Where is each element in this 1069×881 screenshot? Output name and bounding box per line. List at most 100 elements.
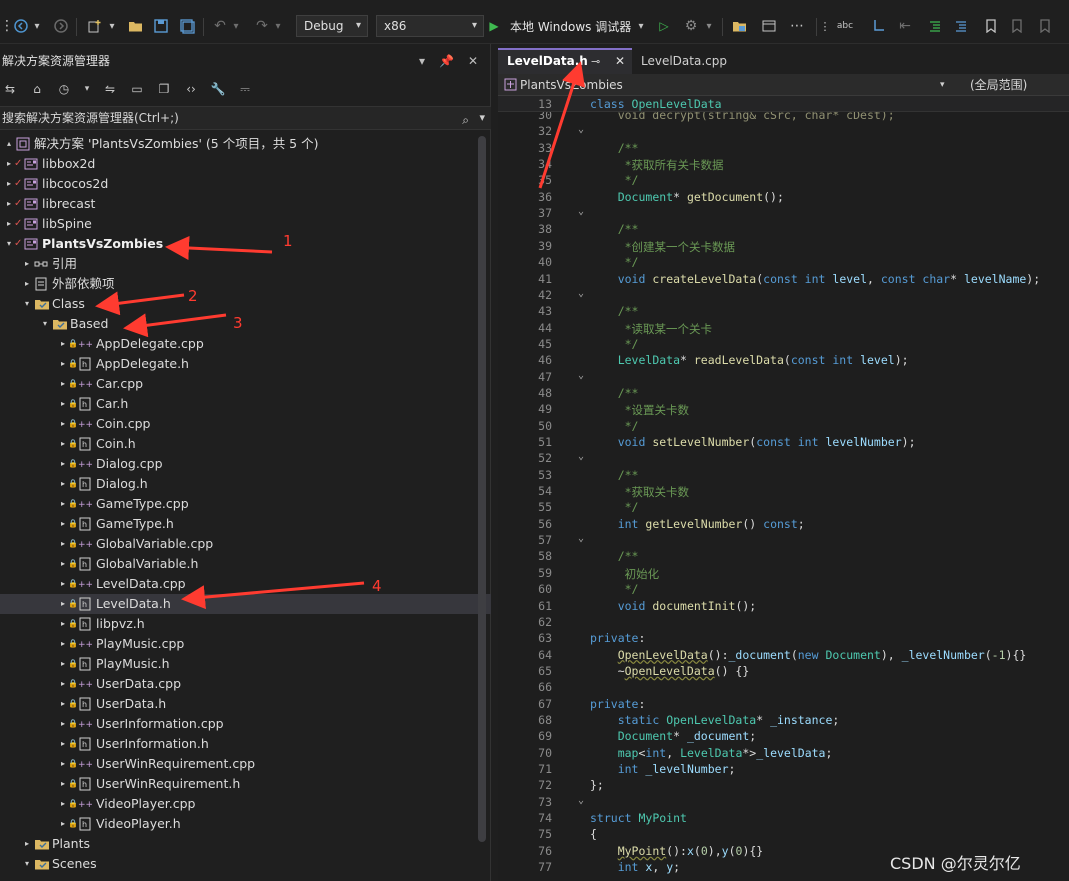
collapsed-chevron-icon[interactable]: ▸ bbox=[58, 714, 68, 734]
file-node[interactable]: ▸ 🔒 h UserInformation.h bbox=[0, 734, 491, 754]
collapsed-chevron-icon[interactable]: ▸ bbox=[58, 674, 68, 694]
file-node[interactable]: ▸ 🔒 h Dialog.h bbox=[0, 474, 491, 494]
spell-check-icon[interactable]: abc bbox=[836, 14, 854, 38]
collapsed-chevron-icon[interactable]: ▸ bbox=[58, 654, 68, 674]
back-icon[interactable] bbox=[12, 14, 30, 38]
collapsed-chevron-icon[interactable]: ▸ bbox=[58, 594, 68, 614]
file-node[interactable]: ▸ 🔒 h Coin.h bbox=[0, 434, 491, 454]
solution-node[interactable]: ▴ 解决方案 'PlantsVsZombies' (5 个项目，共 5 个) bbox=[0, 134, 491, 154]
collapsed-chevron-icon[interactable]: ▸ bbox=[58, 534, 68, 554]
file-node[interactable]: ▸ 🔒 ++ AppDelegate.cpp bbox=[0, 334, 491, 354]
tab-leveldata-h[interactable]: LevelData.h ⊸ ✕ bbox=[498, 48, 632, 74]
collapse-all-icon[interactable]: ▭ bbox=[129, 81, 145, 97]
tree-node[interactable]: ▸ 引用 bbox=[0, 254, 491, 274]
file-node[interactable]: ▸ 🔒 ++ LevelData.cpp bbox=[0, 574, 491, 594]
file-node[interactable]: ▸ 🔒 ++ GameType.cpp bbox=[0, 494, 491, 514]
new-item-dropdown-icon[interactable]: ▾ bbox=[107, 14, 117, 38]
tree-node[interactable]: ▾ Based bbox=[0, 314, 491, 334]
forward-icon[interactable] bbox=[52, 14, 70, 38]
preview-icon[interactable]: ⎓ bbox=[237, 81, 253, 97]
redo-dropdown-icon[interactable]: ▾ bbox=[273, 14, 283, 38]
open-folder-icon[interactable] bbox=[126, 14, 144, 38]
window-layout-icon[interactable] bbox=[760, 14, 778, 38]
sync-icon[interactable]: ⇆ bbox=[2, 81, 18, 97]
back-dropdown-icon[interactable]: ▾ bbox=[32, 14, 42, 38]
collapsed-chevron-icon[interactable]: ▸ bbox=[58, 514, 68, 534]
save-all-icon[interactable] bbox=[178, 14, 196, 38]
tree-node[interactable]: ▾ Scenes bbox=[0, 854, 491, 874]
collapsed-chevron-icon[interactable]: ▸ bbox=[4, 154, 14, 174]
collapsed-chevron-icon[interactable]: ▸ bbox=[58, 754, 68, 774]
uncomment-icon[interactable] bbox=[952, 14, 970, 38]
comment-icon[interactable] bbox=[926, 14, 944, 38]
file-node[interactable]: ▸ 🔒 h Car.h bbox=[0, 394, 491, 414]
configuration-select[interactable]: Debug ▾ bbox=[296, 15, 368, 37]
bookmark-next-icon[interactable] bbox=[1036, 14, 1054, 38]
collapsed-chevron-icon[interactable]: ▸ bbox=[58, 734, 68, 754]
folder-view-icon[interactable] bbox=[730, 14, 748, 38]
collapsed-chevron-icon[interactable]: ▸ bbox=[58, 414, 68, 434]
fold-toggle-icon[interactable]: ⌄ bbox=[578, 533, 584, 544]
debug-target-dropdown-icon[interactable]: ▾ bbox=[636, 14, 646, 38]
collapsed-chevron-icon[interactable]: ▸ bbox=[58, 794, 68, 814]
fold-toggle-icon[interactable]: ⌄ bbox=[578, 795, 584, 806]
expanded-chevron-icon[interactable]: ▾ bbox=[22, 294, 32, 314]
collapsed-chevron-icon[interactable]: ▸ bbox=[22, 254, 32, 274]
collapsed-chevron-icon[interactable]: ▸ bbox=[58, 434, 68, 454]
file-node[interactable]: ▸ 🔒 h GlobalVariable.h bbox=[0, 554, 491, 574]
file-node[interactable]: ▸ 🔒 ++ Coin.cpp bbox=[0, 414, 491, 434]
platform-select[interactable]: x86 ▾ bbox=[376, 15, 484, 37]
fold-toggle-icon[interactable]: ⌄ bbox=[578, 288, 584, 299]
properties-icon[interactable]: 🔧 bbox=[210, 81, 226, 97]
collapsed-chevron-icon[interactable]: ▸ bbox=[58, 574, 68, 594]
bookmark-icon[interactable] bbox=[982, 14, 1000, 38]
file-node[interactable]: ▸ 🔒 h LevelData.h bbox=[0, 594, 491, 614]
collapsed-chevron-icon[interactable]: ▸ bbox=[58, 494, 68, 514]
redo-icon[interactable]: ↷ bbox=[253, 14, 271, 38]
collapsed-chevron-icon[interactable]: ▸ bbox=[22, 274, 32, 294]
global-scope-dropdown[interactable]: (全局范围) bbox=[970, 76, 1027, 94]
collapsed-chevron-icon[interactable]: ▸ bbox=[58, 634, 68, 654]
file-node[interactable]: ▸ 🔒 ++ UserData.cpp bbox=[0, 674, 491, 694]
file-node[interactable]: ▸ 🔒 ++ UserInformation.cpp bbox=[0, 714, 491, 734]
file-node[interactable]: ▸ 🔒 ++ Car.cpp bbox=[0, 374, 491, 394]
close-icon[interactable]: ✕ bbox=[468, 54, 478, 68]
project-scope-dropdown[interactable]: PlantsVsZombies ▾ bbox=[502, 76, 952, 94]
fold-toggle-icon[interactable]: ⌄ bbox=[578, 451, 584, 462]
collapsed-chevron-icon[interactable]: ▸ bbox=[58, 774, 68, 794]
collapsed-chevron-icon[interactable]: ▸ bbox=[58, 474, 68, 494]
search-icon[interactable]: ⌕ bbox=[462, 109, 469, 131]
more-icon[interactable]: ⋯ bbox=[788, 14, 806, 38]
tree-node[interactable]: ▾ Class bbox=[0, 294, 491, 314]
file-node[interactable]: ▸ 🔒 ++ VideoPlayer.cpp bbox=[0, 794, 491, 814]
file-node[interactable]: ▸ 🔒 ++ UserWinRequirement.cpp bbox=[0, 754, 491, 774]
tab-leveldata-cpp[interactable]: LevelData.cpp bbox=[641, 48, 761, 74]
file-node[interactable]: ▸ 🔒 h VideoPlayer.h bbox=[0, 814, 491, 834]
vertical-scrollbar[interactable] bbox=[478, 136, 486, 842]
collapsed-chevron-icon[interactable]: ▸ bbox=[58, 394, 68, 414]
file-node[interactable]: ▸ 🔒 h UserData.h bbox=[0, 694, 491, 714]
file-node[interactable]: ▸ 🔒 h GameType.h bbox=[0, 514, 491, 534]
start-debugging-button[interactable]: 本地 Windows 调试器 bbox=[510, 16, 631, 38]
undo-icon[interactable]: ↶ bbox=[211, 14, 229, 38]
collapsed-chevron-icon[interactable]: ▸ bbox=[4, 214, 14, 234]
outdent-icon[interactable]: ⇤ bbox=[896, 14, 914, 38]
collapsed-chevron-icon[interactable]: ▸ bbox=[4, 194, 14, 214]
sync-with-document-icon[interactable]: ⇋ bbox=[102, 81, 118, 97]
file-node[interactable]: ▸ 🔒 h AppDelegate.h bbox=[0, 354, 491, 374]
file-node[interactable]: ▸ 🔒 h UserWinRequirement.h bbox=[0, 774, 491, 794]
file-node[interactable]: ▸ 🔒 h PlayMusic.h bbox=[0, 654, 491, 674]
project-node[interactable]: ▸ ✓ librecast bbox=[0, 194, 491, 214]
collapsed-chevron-icon[interactable]: ▸ bbox=[22, 834, 32, 854]
bookmark-prev-icon[interactable] bbox=[1008, 14, 1026, 38]
step-into-icon[interactable] bbox=[870, 14, 888, 38]
pin-icon[interactable]: 📌 bbox=[439, 54, 454, 68]
file-node[interactable]: ▸ 🔒 ++ Dialog.cpp bbox=[0, 454, 491, 474]
fold-toggle-icon[interactable]: ⌄ bbox=[578, 124, 584, 135]
collapsed-chevron-icon[interactable]: ▸ bbox=[58, 814, 68, 834]
hot-reload-dropdown-icon[interactable]: ▾ bbox=[704, 14, 714, 38]
show-all-files-icon[interactable]: ❐ bbox=[156, 81, 172, 97]
collapsed-chevron-icon[interactable]: ▸ bbox=[58, 694, 68, 714]
view-code-icon[interactable]: ‹› bbox=[183, 81, 199, 97]
tree-node[interactable]: ▸ Plants bbox=[0, 834, 491, 854]
